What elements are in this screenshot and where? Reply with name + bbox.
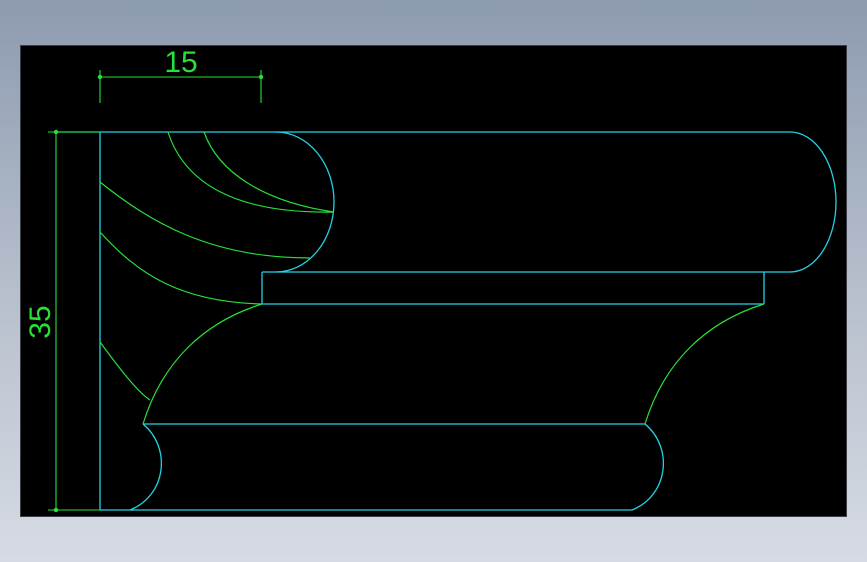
dimension-annotations (48, 70, 264, 513)
vertical-dimension-label: 35 (24, 305, 57, 338)
lower-left-torus-arc (129, 423, 163, 511)
lower-right-torus-arc (631, 423, 665, 511)
h-dim-dot-left (97, 74, 103, 80)
left-torus-arc (275, 131, 335, 273)
scotia-left-curve (142, 303, 263, 425)
profile-details (99, 131, 765, 425)
h-dim-dot-right (258, 74, 264, 80)
profile-outline (56, 131, 837, 511)
volute-curve-2 (203, 131, 335, 213)
volute-curve-4 (99, 231, 263, 305)
horizontal-dimension-label: 15 (164, 46, 197, 79)
right-torus-arc (789, 131, 837, 273)
profile-drawing: 15 35 (24, 46, 837, 513)
v-dim-dot-bottom (53, 507, 59, 513)
volute-curve-3 (99, 181, 311, 259)
scotia-right-curve (644, 303, 765, 425)
v-dim-dot-top (53, 129, 59, 135)
volute-curve-5 (99, 341, 151, 401)
